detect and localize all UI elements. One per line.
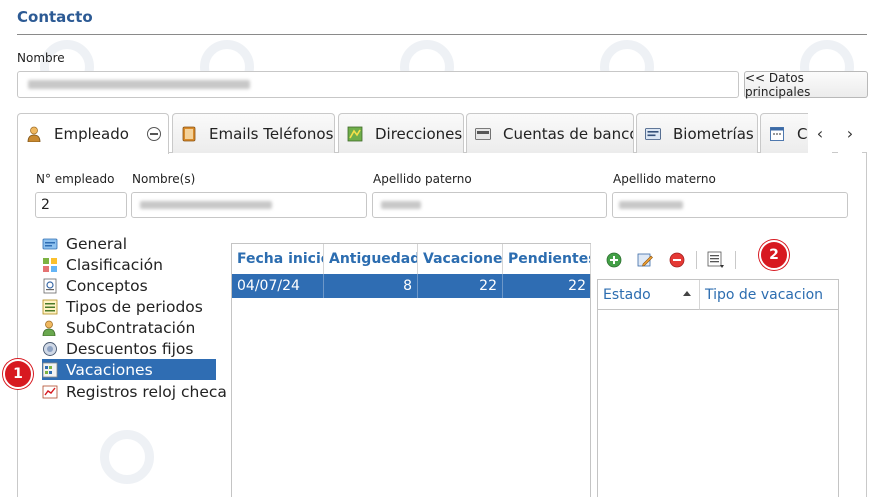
apellido-materno-field[interactable]	[612, 192, 848, 218]
tab-label: Biometrías	[673, 124, 754, 143]
apellido-materno-label: Apellido materno	[613, 172, 716, 186]
tree-item-label: Tipos de periodos	[66, 297, 203, 316]
tree-item-tipos-periodos[interactable]: Tipos de periodos	[42, 296, 203, 317]
tree-item-subcontratacion[interactable]: SubContratación	[42, 317, 195, 338]
tab-direcciones[interactable]: Direcciones	[338, 113, 464, 153]
tab-label: Empleado	[54, 125, 129, 143]
delete-icon[interactable]	[668, 251, 686, 269]
tab-bar: Empleado Emails Teléfonos Direcciones Cu…	[17, 113, 867, 154]
apellido-paterno-label: Apellido paterno	[373, 172, 472, 186]
cell-fecha-inicio: 04/07/24	[232, 274, 324, 298]
section-divider	[17, 34, 867, 35]
address-book-icon	[181, 126, 197, 142]
tree-item-label: SubContratación	[66, 318, 196, 337]
general-icon	[42, 236, 58, 252]
person-icon	[26, 126, 42, 142]
redacted-value	[140, 201, 272, 209]
numero-empleado-field[interactable]: 2	[35, 192, 127, 218]
redacted-value	[381, 201, 421, 209]
tree-item-vacaciones[interactable]: Vacaciones	[42, 359, 216, 380]
nombre-label: Nombre	[17, 51, 65, 65]
concepts-icon	[42, 278, 58, 294]
add-icon[interactable]	[605, 251, 623, 269]
tree-item-label: Descuentos fijos	[66, 339, 194, 358]
tree-item-label: Registros reloj checa	[66, 382, 227, 401]
calendar-icon	[769, 126, 785, 142]
tree-item-conceptos[interactable]: Conceptos	[42, 275, 148, 296]
tree-item-registros-reloj[interactable]: Registros reloj checa	[42, 381, 227, 402]
cell-pendientes: 22	[568, 278, 586, 294]
column-header-antiguedad[interactable]: Antiguedad	[324, 244, 418, 274]
tree-item-label: Clasificación	[66, 255, 163, 274]
vacation-icon	[42, 362, 58, 378]
tree-item-label: Vacaciones	[66, 360, 153, 379]
callout-badge-1: 1	[3, 359, 33, 389]
nombres-label: Nombre(s)	[132, 172, 196, 186]
cell-antiguedad: 8	[324, 274, 418, 298]
vacation-grid-header: Fecha inicio Antiguedad Vacaciones Pendi…	[232, 244, 591, 275]
redacted-value	[619, 201, 683, 209]
numero-empleado-label: N° empleado	[36, 172, 115, 186]
column-header-tipo-vacacion[interactable]: Tipo de vacacion	[700, 280, 838, 310]
discount-icon	[42, 341, 58, 357]
tab-emails-telefonos[interactable]: Emails Teléfonos	[172, 113, 335, 153]
person-icon	[42, 320, 58, 336]
section-title: Contacto	[17, 8, 93, 26]
close-tab-icon[interactable]	[146, 127, 161, 141]
toolbar-separator	[696, 251, 697, 269]
tree-item-label: Conceptos	[66, 276, 148, 295]
column-header-label: Estado	[603, 286, 651, 303]
tab-label: Cuentas de banco	[503, 124, 634, 143]
table-row[interactable]: 04/07/24 8 22 22	[232, 274, 590, 298]
nombres-field[interactable]	[131, 192, 367, 218]
id-card-icon	[645, 126, 661, 142]
classification-icon	[42, 257, 58, 273]
callout-badge-2: 2	[759, 240, 789, 270]
full-name-field[interactable]	[17, 71, 739, 98]
column-header-pendientes[interactable]: Pendientes	[503, 244, 591, 274]
tab-label: C	[797, 124, 808, 143]
toolbar-separator	[735, 251, 736, 269]
edit-icon[interactable]	[636, 251, 654, 269]
tab-biometrias[interactable]: Biometrías	[636, 113, 758, 153]
redacted-value	[28, 80, 250, 89]
tab-scroll-right-icon[interactable]: ›	[838, 113, 862, 153]
tab-label: Emails Teléfonos	[209, 124, 334, 143]
vacation-grid: Fecha inicio Antiguedad Vacaciones Pendi…	[231, 243, 591, 497]
tree-item-clasificacion[interactable]: Clasificación	[42, 254, 163, 275]
list-details-icon[interactable]	[707, 251, 725, 269]
cell-vacaciones: 22	[418, 274, 503, 298]
column-header-estado[interactable]: Estado	[598, 280, 700, 310]
periods-icon	[42, 299, 58, 315]
map-icon	[347, 126, 363, 142]
tab-empleado[interactable]: Empleado	[17, 113, 169, 154]
column-header-fecha-inicio[interactable]: Fecha inicio	[232, 244, 324, 274]
bank-card-icon	[475, 126, 491, 142]
detail-grid: Estado Tipo de vacacion	[597, 279, 839, 497]
datos-principales-button[interactable]: << Datos principales	[744, 71, 868, 99]
tree-item-label: General	[66, 234, 128, 253]
clock-record-icon	[42, 384, 58, 400]
tab-scroll-left-icon[interactable]: ‹	[808, 113, 832, 153]
apellido-paterno-field[interactable]	[372, 192, 607, 218]
tree-item-descuentos-fijos[interactable]: Descuentos fijos	[42, 338, 193, 359]
column-header-vacaciones[interactable]: Vacaciones	[418, 244, 503, 274]
tree-item-general[interactable]: General	[42, 233, 127, 254]
tab-cuentas-banco[interactable]: Cuentas de banco	[466, 113, 634, 153]
tab-label: Direcciones	[375, 124, 463, 143]
sort-ascending-icon	[683, 291, 691, 296]
